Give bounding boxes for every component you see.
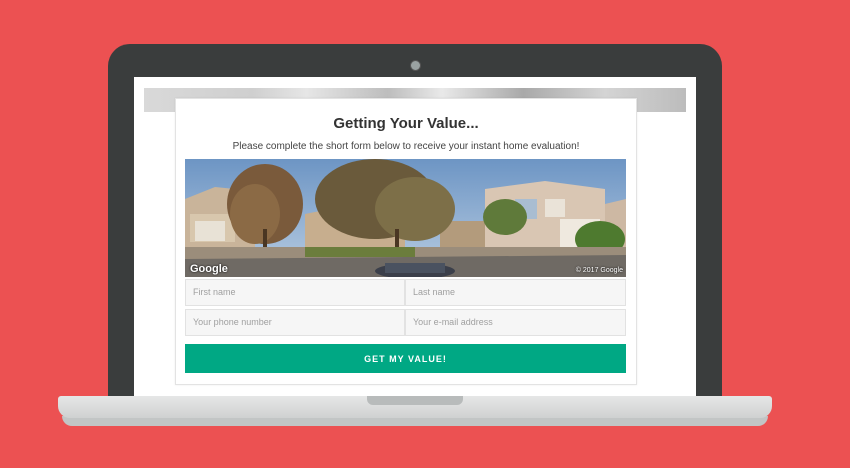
phone-input[interactable] [185,309,405,336]
street-view-photo: Google © 2017 Google [185,159,626,277]
valuation-form-card: Getting Your Value... Please complete th… [175,98,637,385]
google-logo: Google [190,263,228,275]
webcam-icon [410,60,421,71]
get-my-value-button[interactable]: GET MY VALUE! [185,344,626,373]
laptop-base [58,396,772,418]
email-input[interactable] [405,309,626,336]
last-name-input[interactable] [405,279,626,306]
first-name-input[interactable] [185,279,405,306]
form-instructions: Please complete the short form below to … [232,141,580,152]
laptop-base-notch [367,396,463,405]
photo-copyright: © 2017 Google [575,267,623,274]
page-title: Getting Your Value... [333,115,479,132]
